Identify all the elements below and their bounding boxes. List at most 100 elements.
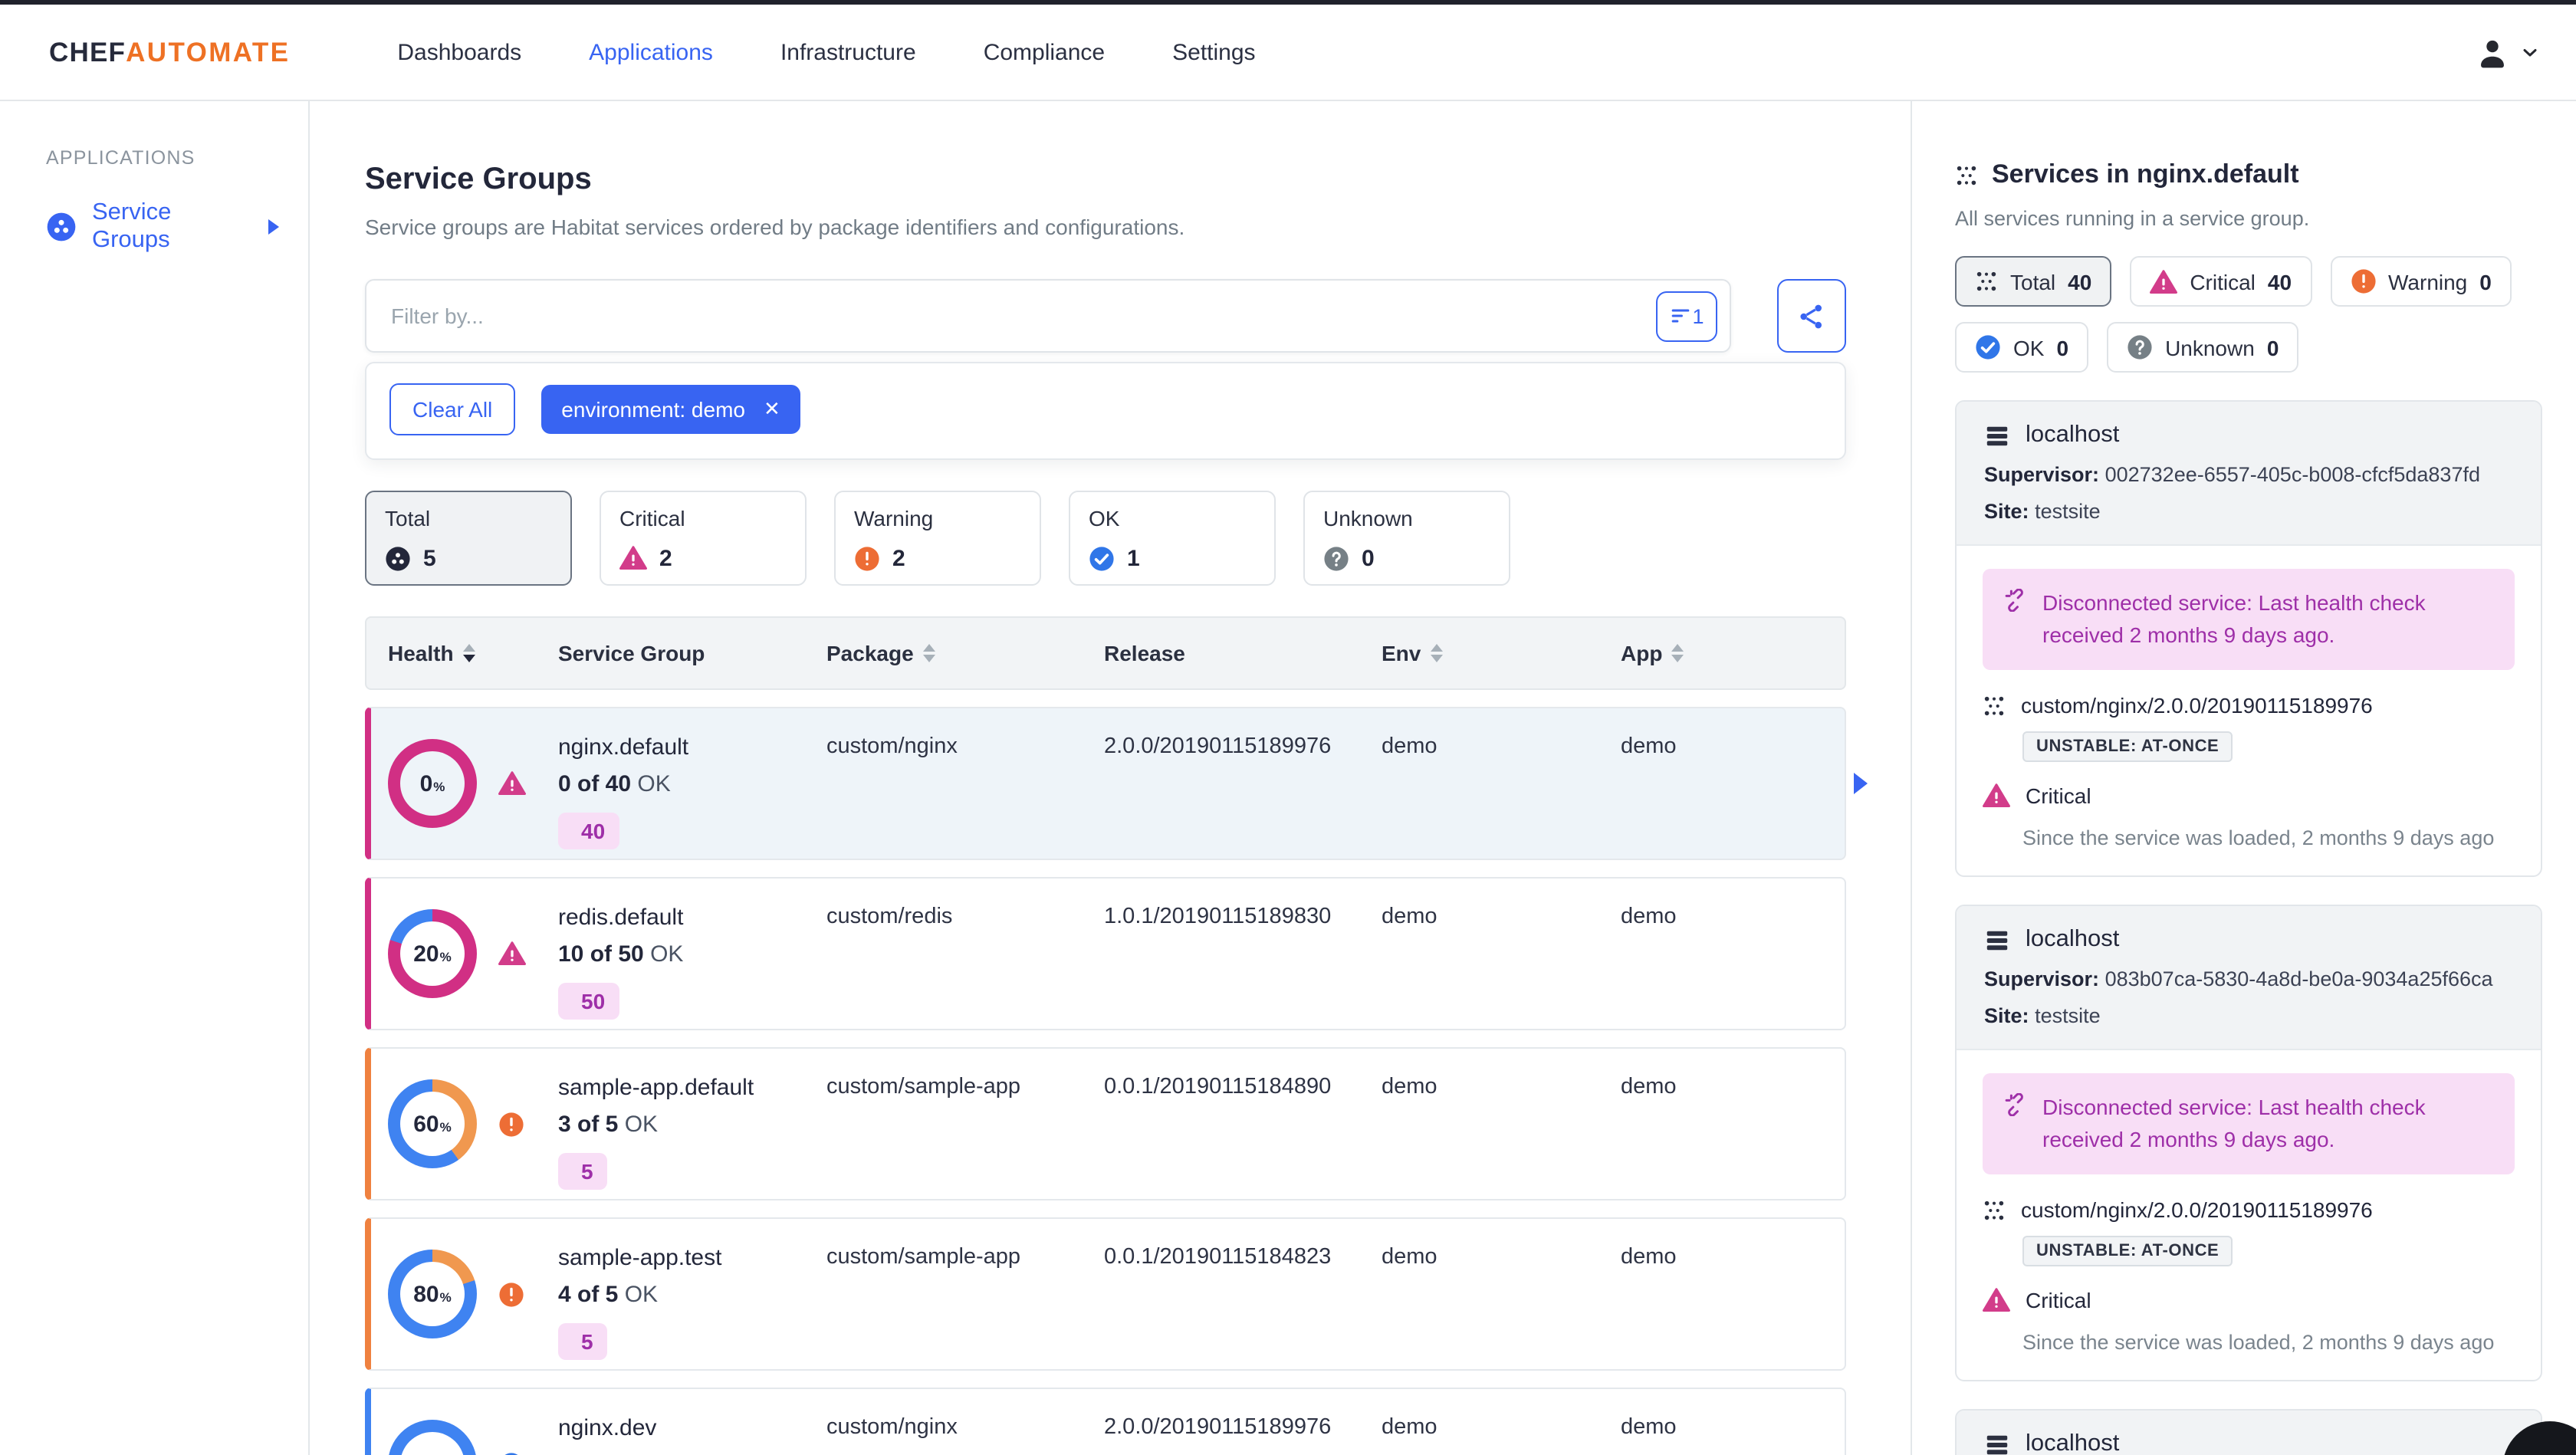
server-icon [1984, 927, 2010, 953]
warning-circle-icon [854, 546, 880, 572]
status-card-warning[interactable]: Warning 2 [834, 491, 1041, 586]
disconnected-services-badge[interactable]: 5 [558, 1323, 607, 1360]
column-header-health[interactable]: Health [388, 641, 558, 665]
unknown-question-circle-icon [2127, 334, 2153, 360]
service-card-header: localhost Supervisor: 0c0a6b1f-f9f2-4fe6… [1957, 1411, 2541, 1455]
status-card-critical[interactable]: Critical 2 [600, 491, 807, 586]
service-card[interactable]: localhost Supervisor: 002732ee-6557-405c… [1955, 400, 2542, 877]
pill-critical[interactable]: Critical 40 [2130, 256, 2312, 307]
dots-grid-icon [1983, 694, 2006, 717]
share-icon [1797, 301, 1826, 330]
nav-infrastructure[interactable]: Infrastructure [780, 39, 916, 65]
health-ring-chart: 60% [388, 1079, 477, 1168]
critical-triangle-icon [498, 770, 526, 797]
filter-lines-icon [1669, 305, 1691, 327]
status-card-total[interactable]: Total 5 [365, 491, 572, 586]
service-groups-cluster-icon [46, 212, 77, 242]
service-health-status: Critical [1983, 1286, 2515, 1314]
env-cell: demo [1382, 905, 1438, 929]
chevron-down-icon [2521, 43, 2539, 61]
user-avatar-icon [2475, 34, 2510, 70]
service-group-cell: sample-app.test 4 of 5 OK 5 [558, 1219, 826, 1369]
sort-arrows-icon[interactable] [462, 643, 475, 663]
column-header-package[interactable]: Package [826, 641, 1104, 665]
server-icon [1984, 1431, 2010, 1455]
dots-grid-icon [1975, 270, 1998, 293]
unknown-question-circle-icon [1323, 546, 1349, 572]
service-group-name: nginx.default [558, 734, 689, 760]
nav-dashboards[interactable]: Dashboards [397, 39, 521, 65]
status-card-unknown[interactable]: Unknown 0 [1303, 491, 1510, 586]
health-percent: 60 [413, 1111, 439, 1137]
service-group-name: sample-app.default [558, 1075, 754, 1101]
release-cell: 0.0.1/20190115184890 [1104, 1075, 1332, 1099]
nav-compliance[interactable]: Compliance [984, 39, 1105, 65]
site-value: testsite [2035, 500, 2101, 523]
sort-arrows-icon[interactable] [1671, 643, 1684, 663]
pill-ok[interactable]: OK 0 [1955, 322, 2089, 373]
column-header-service-group[interactable]: Service Group [558, 641, 826, 665]
sidebar-item-service-groups[interactable]: Service Groups [46, 199, 279, 255]
disconnected-services-badge[interactable]: 5 [558, 1153, 607, 1190]
service-group-row-nginx-dev[interactable]: 100% nginx.dev 10 of 10 OK 10 custom/ngi… [365, 1388, 1846, 1455]
ok-check-circle-icon [1975, 334, 2001, 360]
dots-grid-icon [1955, 163, 1978, 186]
app-cell: demo [1621, 1415, 1677, 1440]
services-status-pills: Total 40 Critical 40 Warning 0 OK 0 Unknown 0 [1955, 256, 2542, 373]
status-card-ok[interactable]: OK 1 [1069, 491, 1276, 586]
site-label: Site: [1984, 500, 2029, 523]
clear-all-button[interactable]: Clear All [389, 383, 516, 435]
pill-warning[interactable]: Warning 0 [2330, 256, 2512, 307]
filter-input[interactable] [391, 304, 1656, 328]
sort-arrows-icon[interactable] [922, 643, 935, 663]
pill-total[interactable]: Total 40 [1955, 256, 2112, 307]
pill-unknown[interactable]: Unknown 0 [2107, 322, 2299, 373]
health-cell: 20% [388, 879, 558, 1029]
env-cell: demo [1382, 1245, 1438, 1269]
since-loaded-text: Since the service was loaded, 2 months 9… [2022, 826, 2495, 849]
service-card-body: Disconnected service: Last health check … [1957, 546, 2541, 875]
critical-triangle-icon [1983, 1286, 2010, 1314]
service-group-row-nginx-default[interactable]: 0% nginx.default 0 of 40 OK 40 custom/ng… [365, 707, 1868, 860]
host-name: localhost [2026, 1430, 2120, 1455]
expand-caret-icon[interactable] [268, 219, 279, 235]
health-percent: 0 [419, 770, 433, 796]
service-card[interactable]: localhost Supervisor: 0c0a6b1f-f9f2-4fe6… [1955, 1409, 2542, 1455]
user-menu[interactable] [2475, 34, 2539, 70]
sort-arrows-icon[interactable] [1430, 643, 1443, 663]
update-strategy-badge: UNSTABLE: AT-ONCE [2022, 1236, 2233, 1266]
site-label: Site: [1984, 1004, 2029, 1027]
ok-count: 4 of 5 [558, 1282, 619, 1308]
filter-chip-environment-demo[interactable]: environment: demo ✕ [541, 385, 800, 434]
column-header-app[interactable]: App [1621, 641, 1845, 665]
nav-settings[interactable]: Settings [1172, 39, 1255, 65]
env-cell: demo [1382, 734, 1438, 759]
active-filters-button[interactable]: 1 [1656, 291, 1717, 341]
service-group-cell: nginx.default 0 of 40 OK 40 [558, 708, 826, 859]
sidebar-section-label: APPLICATIONS [46, 147, 196, 169]
close-icon[interactable]: ✕ [764, 397, 780, 422]
service-card[interactable]: localhost Supervisor: 083b07ca-5830-4a8d… [1955, 905, 2542, 1381]
nav-applications[interactable]: Applications [589, 39, 713, 65]
health-percent: 80 [413, 1281, 439, 1307]
service-groups-cluster-icon [385, 546, 411, 572]
column-header-env[interactable]: Env [1382, 641, 1621, 665]
disconnected-alert: Disconnected service: Last health check … [1983, 1073, 2515, 1174]
service-group-row-sample-app-test[interactable]: 80% sample-app.test 4 of 5 OK 5 custom/s… [365, 1217, 1846, 1371]
service-group-row-redis-default[interactable]: 20% redis.default 10 of 50 OK 50 custom/… [365, 877, 1846, 1030]
share-button[interactable] [1777, 279, 1846, 353]
ok-check-circle-icon [1089, 546, 1115, 572]
ok-count: 10 of 50 [558, 941, 644, 967]
health-percent: 100 [407, 1451, 445, 1455]
health-percent: 20 [413, 941, 439, 967]
health-cell: 100% [388, 1389, 558, 1455]
chef-automate-logo[interactable]: CHEF AUTOMATE [49, 36, 290, 68]
logo-automate-text: AUTOMATE [126, 36, 291, 67]
disconnected-services-badge[interactable]: 40 [558, 813, 619, 849]
service-group-row-sample-app-default[interactable]: 60% sample-app.default 3 of 5 OK 5 custo… [365, 1047, 1846, 1200]
health-cell: 60% [388, 1049, 558, 1199]
page-subtitle: Service groups are Habitat services orde… [365, 215, 1185, 239]
column-header-release[interactable]: Release [1104, 641, 1382, 665]
service-groups-table-header: Health Service Group Package Release Env… [365, 616, 1846, 690]
disconnected-services-badge[interactable]: 50 [558, 983, 619, 1020]
